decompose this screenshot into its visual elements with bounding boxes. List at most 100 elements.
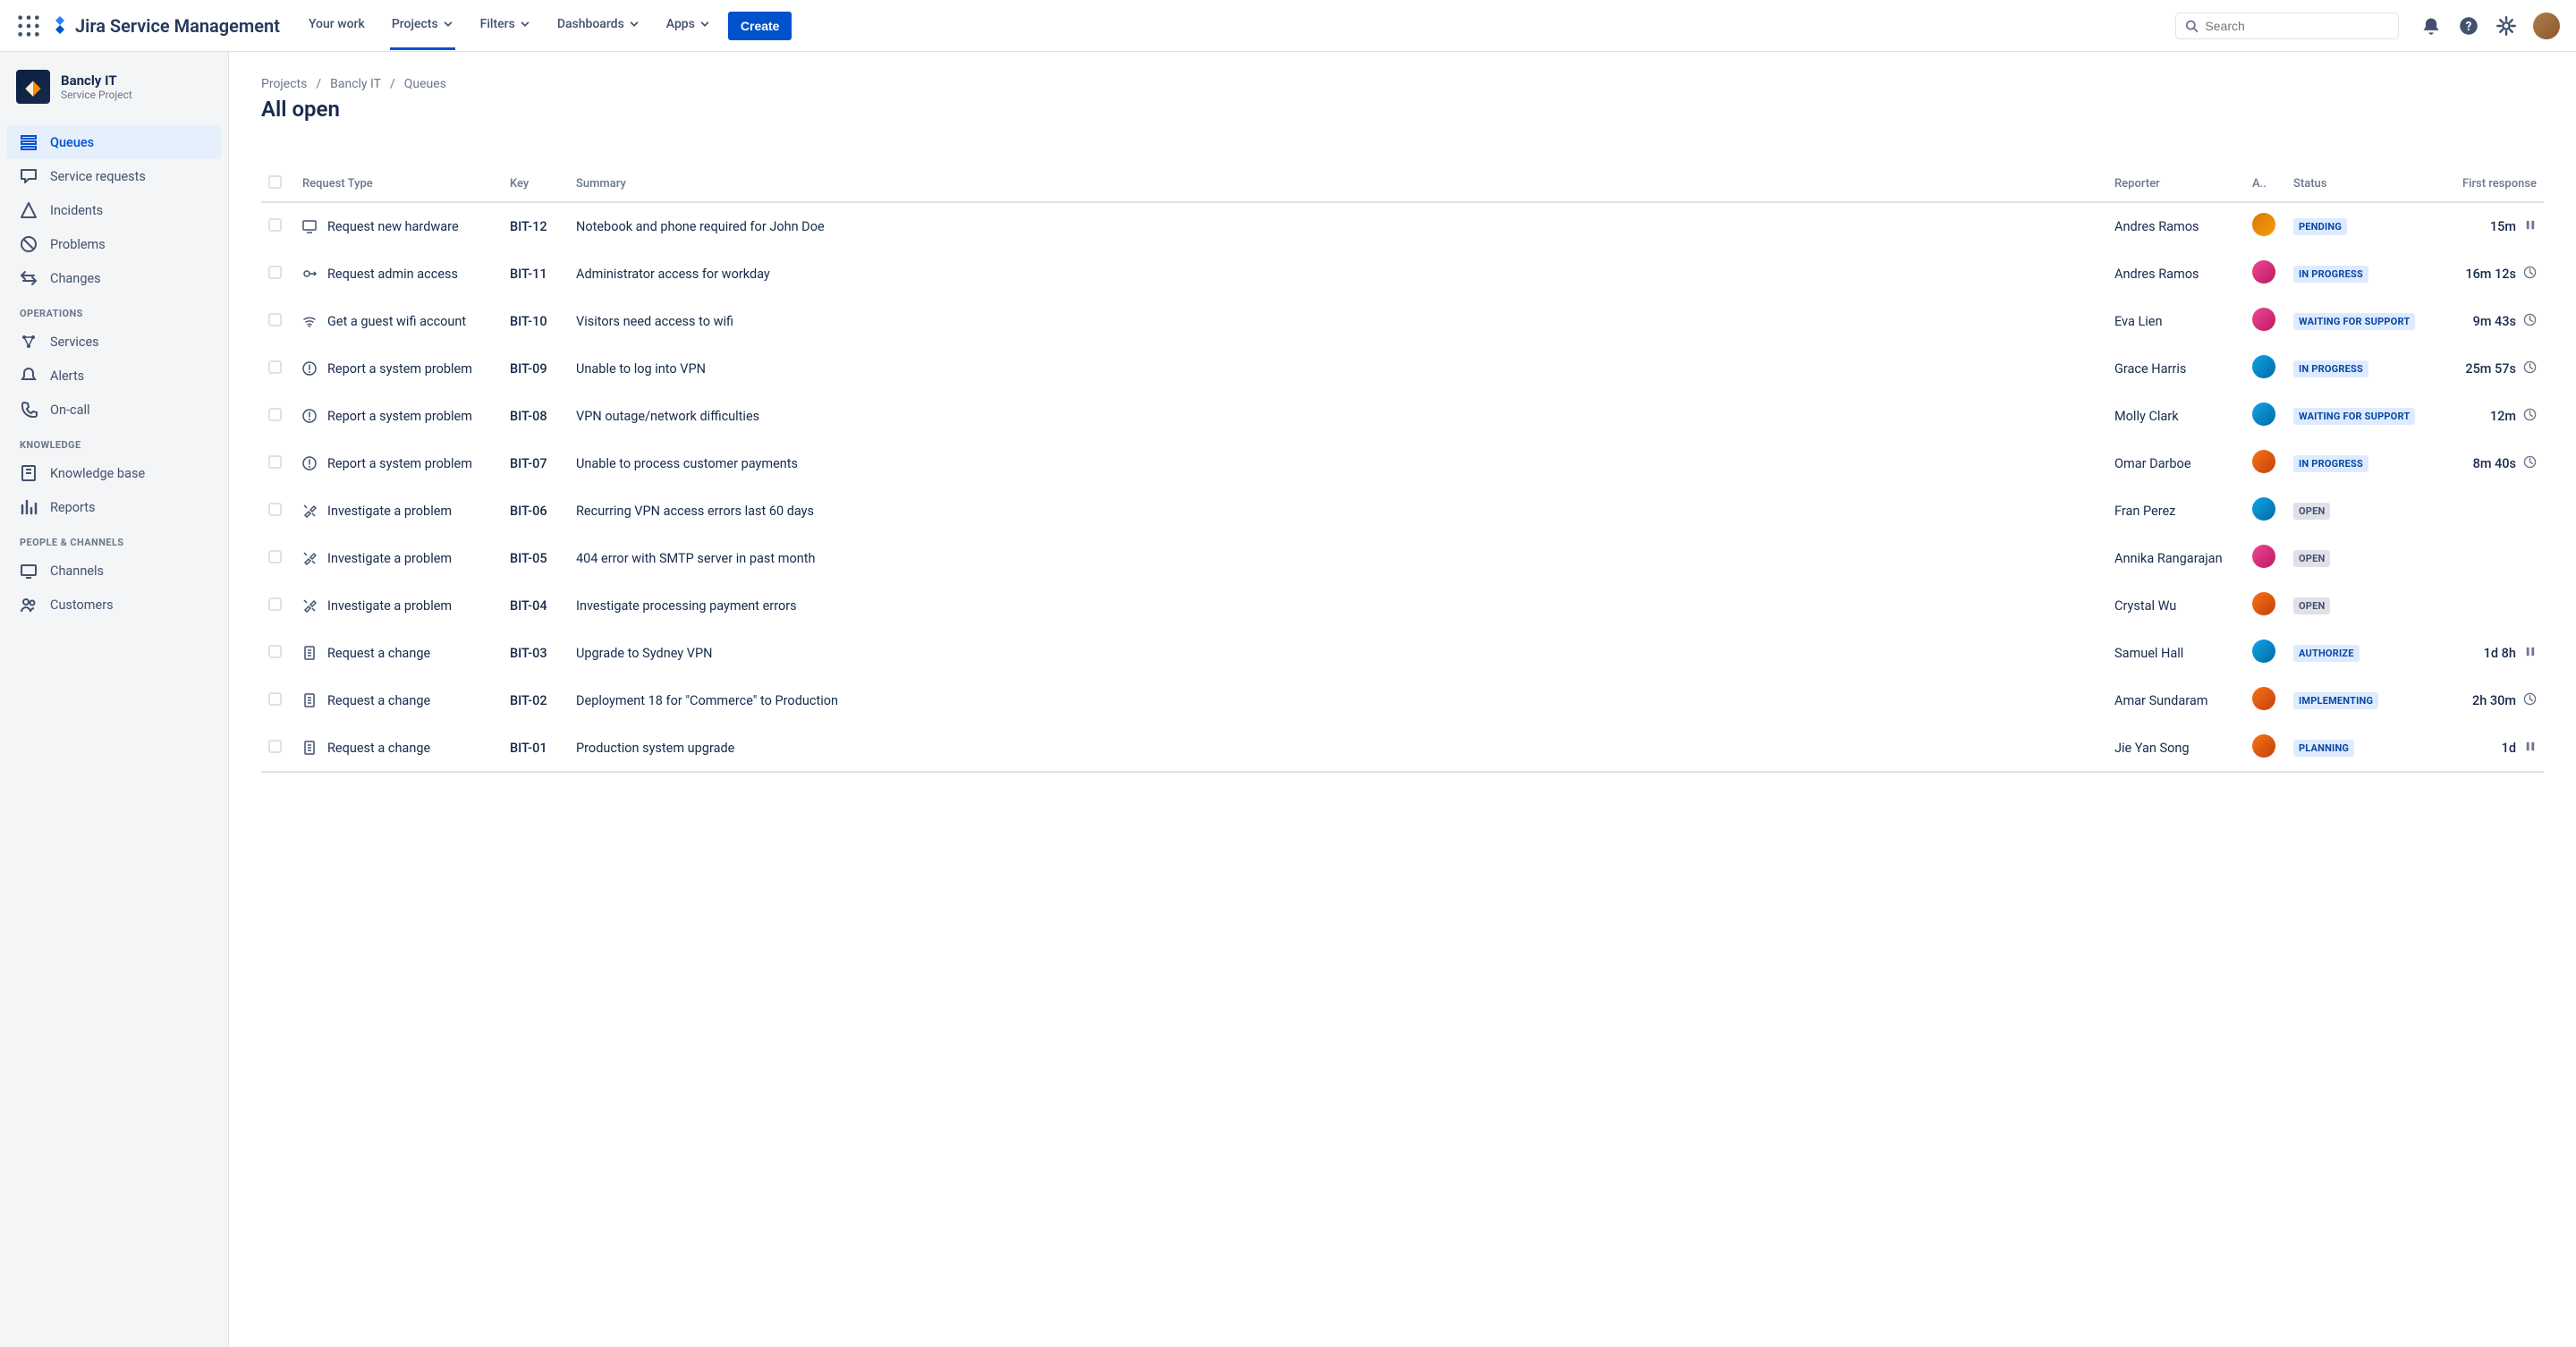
ticket-key[interactable]: BIT-04	[503, 582, 569, 630]
ticket-key[interactable]: BIT-02	[503, 677, 569, 724]
row-checkbox[interactable]	[268, 313, 282, 326]
notifications-icon[interactable]	[2420, 15, 2442, 37]
ticket-summary[interactable]: Production system upgrade	[569, 724, 2107, 773]
select-all-checkbox[interactable]	[268, 175, 282, 189]
nav-filters[interactable]: Filters	[479, 1, 532, 50]
assignee-avatar[interactable]	[2252, 402, 2275, 426]
ticket-key[interactable]: BIT-08	[503, 393, 569, 440]
ticket-summary[interactable]: Visitors need access to wifi	[569, 298, 2107, 345]
sidebar-item-problems[interactable]: Problems	[7, 227, 221, 261]
status-lozenge[interactable]: IN PROGRESS	[2293, 455, 2368, 472]
col-reporter[interactable]: Reporter	[2107, 166, 2245, 202]
row-checkbox[interactable]	[268, 692, 282, 706]
user-avatar[interactable]	[2533, 13, 2560, 39]
row-checkbox[interactable]	[268, 740, 282, 753]
sidebar-item-service-requests[interactable]: Service requests	[7, 159, 221, 193]
row-checkbox[interactable]	[268, 266, 282, 279]
ticket-key[interactable]: BIT-10	[503, 298, 569, 345]
table-row[interactable]: Get a guest wifi accountBIT-10Visitors n…	[261, 298, 2544, 345]
assignee-avatar[interactable]	[2252, 213, 2275, 236]
status-lozenge[interactable]: OPEN	[2293, 503, 2330, 520]
table-row[interactable]: Request a changeBIT-01Production system …	[261, 724, 2544, 773]
create-button[interactable]: Create	[728, 12, 792, 40]
col-key[interactable]: Key	[503, 166, 569, 202]
assignee-avatar[interactable]	[2252, 734, 2275, 758]
col-status[interactable]: Status	[2286, 166, 2436, 202]
table-row[interactable]: Report a system problemBIT-08VPN outage/…	[261, 393, 2544, 440]
nav-apps[interactable]: Apps	[665, 1, 712, 50]
table-row[interactable]: Request admin accessBIT-11Administrator …	[261, 250, 2544, 298]
ticket-summary[interactable]: Deployment 18 for "Commerce" to Producti…	[569, 677, 2107, 724]
ticket-key[interactable]: BIT-06	[503, 487, 569, 535]
row-checkbox[interactable]	[268, 550, 282, 563]
breadcrumb-link[interactable]: Projects	[261, 77, 307, 91]
assignee-avatar[interactable]	[2252, 355, 2275, 378]
row-checkbox[interactable]	[268, 408, 282, 421]
ticket-key[interactable]: BIT-05	[503, 535, 569, 582]
nav-projects[interactable]: Projects	[390, 1, 455, 50]
status-lozenge[interactable]: AUTHORIZE	[2293, 645, 2360, 662]
col-assignee[interactable]: A..	[2245, 166, 2286, 202]
status-lozenge[interactable]: IN PROGRESS	[2293, 266, 2368, 283]
project-header[interactable]: Bancly IT Service Project	[7, 70, 221, 120]
ticket-summary[interactable]: Administrator access for workday	[569, 250, 2107, 298]
ticket-key[interactable]: BIT-01	[503, 724, 569, 773]
col-summary[interactable]: Summary	[569, 166, 2107, 202]
assignee-avatar[interactable]	[2252, 497, 2275, 521]
table-row[interactable]: Request a changeBIT-02Deployment 18 for …	[261, 677, 2544, 724]
assignee-avatar[interactable]	[2252, 592, 2275, 615]
sidebar-item-queues[interactable]: Queues	[7, 125, 221, 159]
ticket-summary[interactable]: Investigate processing payment errors	[569, 582, 2107, 630]
ticket-key[interactable]: BIT-12	[503, 202, 569, 250]
ticket-summary[interactable]: Upgrade to Sydney VPN	[569, 630, 2107, 677]
status-lozenge[interactable]: PENDING	[2293, 218, 2347, 235]
status-lozenge[interactable]: OPEN	[2293, 550, 2330, 567]
sidebar-item-alerts[interactable]: Alerts	[7, 359, 221, 393]
status-lozenge[interactable]: IN PROGRESS	[2293, 360, 2368, 377]
status-lozenge[interactable]: IMPLEMENTING	[2293, 692, 2378, 709]
ticket-summary[interactable]: Unable to log into VPN	[569, 345, 2107, 393]
table-row[interactable]: Report a system problemBIT-09Unable to l…	[261, 345, 2544, 393]
table-row[interactable]: Investigate a problemBIT-06Recurring VPN…	[261, 487, 2544, 535]
table-row[interactable]: Investigate a problemBIT-04Investigate p…	[261, 582, 2544, 630]
sidebar-item-customers[interactable]: Customers	[7, 588, 221, 622]
assignee-avatar[interactable]	[2252, 260, 2275, 284]
col-first-response[interactable]: First response	[2436, 166, 2544, 202]
row-checkbox[interactable]	[268, 645, 282, 658]
table-row[interactable]: Request new hardwareBIT-12Notebook and p…	[261, 202, 2544, 250]
table-row[interactable]: Investigate a problemBIT-05404 error wit…	[261, 535, 2544, 582]
sidebar-item-on-call[interactable]: On-call	[7, 393, 221, 427]
search-input[interactable]	[2205, 19, 2389, 33]
row-checkbox[interactable]	[268, 455, 282, 469]
row-checkbox[interactable]	[268, 360, 282, 374]
row-checkbox[interactable]	[268, 503, 282, 516]
nav-your-work[interactable]: Your work	[307, 1, 367, 50]
sidebar-item-knowledge-base[interactable]: Knowledge base	[7, 456, 221, 490]
status-lozenge[interactable]: WAITING FOR SUPPORT	[2293, 313, 2415, 330]
sidebar-item-reports[interactable]: Reports	[7, 490, 221, 524]
assignee-avatar[interactable]	[2252, 545, 2275, 568]
help-icon[interactable]	[2458, 15, 2479, 37]
assignee-avatar[interactable]	[2252, 640, 2275, 663]
row-checkbox[interactable]	[268, 597, 282, 611]
sidebar-item-channels[interactable]: Channels	[7, 554, 221, 588]
ticket-summary[interactable]: VPN outage/network difficulties	[569, 393, 2107, 440]
table-row[interactable]: Request a changeBIT-03Upgrade to Sydney …	[261, 630, 2544, 677]
assignee-avatar[interactable]	[2252, 687, 2275, 710]
sidebar-item-changes[interactable]: Changes	[7, 261, 221, 295]
ticket-key[interactable]: BIT-11	[503, 250, 569, 298]
breadcrumb-link[interactable]: Bancly IT	[330, 77, 381, 91]
nav-dashboards[interactable]: Dashboards	[555, 1, 641, 50]
ticket-summary[interactable]: Recurring VPN access errors last 60 days	[569, 487, 2107, 535]
assignee-avatar[interactable]	[2252, 308, 2275, 331]
breadcrumb-link[interactable]: Queues	[404, 77, 446, 91]
ticket-summary[interactable]: Unable to process customer payments	[569, 440, 2107, 487]
status-lozenge[interactable]: OPEN	[2293, 597, 2330, 614]
table-row[interactable]: Report a system problemBIT-07Unable to p…	[261, 440, 2544, 487]
col-request-type[interactable]: Request Type	[295, 166, 503, 202]
ticket-key[interactable]: BIT-03	[503, 630, 569, 677]
row-checkbox[interactable]	[268, 218, 282, 232]
ticket-summary[interactable]: 404 error with SMTP server in past month	[569, 535, 2107, 582]
ticket-summary[interactable]: Notebook and phone required for John Doe	[569, 202, 2107, 250]
status-lozenge[interactable]: PLANNING	[2293, 740, 2354, 757]
